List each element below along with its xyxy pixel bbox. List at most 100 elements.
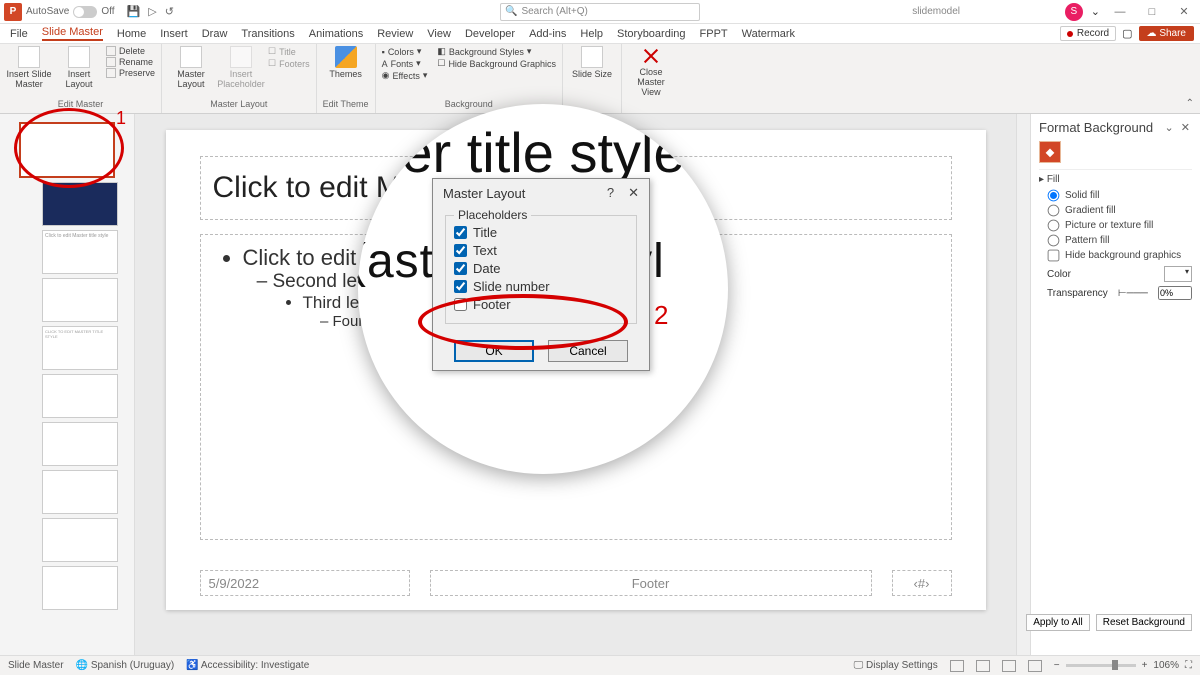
themes-button[interactable]: Themes xyxy=(323,46,369,80)
panel-close-icon[interactable]: ✕ xyxy=(1181,122,1192,134)
tab-developer[interactable]: Developer xyxy=(465,28,515,40)
layout-thumb[interactable] xyxy=(42,518,118,562)
group-edit-master: Edit Master xyxy=(6,99,155,111)
search-box[interactable]: 🔍 Search (Alt+Q) xyxy=(500,3,700,21)
reset-background-button[interactable]: Reset Background xyxy=(1096,614,1192,631)
footer-placeholder[interactable]: Footer xyxy=(430,570,872,596)
dialog-title: Master Layout xyxy=(443,186,525,201)
tab-insert[interactable]: Insert xyxy=(160,28,188,40)
preserve-button[interactable]: Preserve xyxy=(106,68,155,78)
footers-checkbox: ☐ Footers xyxy=(268,58,310,69)
ribbon-options-icon[interactable]: ⌄ xyxy=(1091,5,1100,18)
rename-button[interactable]: Rename xyxy=(106,57,155,67)
tab-animations[interactable]: Animations xyxy=(309,28,363,40)
save-icon[interactable]: 💾 xyxy=(127,5,141,18)
sorter-view-icon[interactable] xyxy=(976,660,990,672)
autosave-toggle[interactable]: AutoSave Off xyxy=(26,6,115,18)
zoom-control[interactable]: −+ 106% ⛶ xyxy=(1054,660,1192,671)
record-button[interactable]: Record xyxy=(1060,26,1116,41)
colors-dropdown[interactable]: ▪ Colors ▾ xyxy=(382,46,428,57)
color-picker[interactable] xyxy=(1164,266,1192,282)
tab-home[interactable]: Home xyxy=(117,28,146,40)
date-checkbox[interactable]: Date xyxy=(454,261,628,276)
master-slide-thumb[interactable] xyxy=(19,122,115,178)
status-accessibility[interactable]: ♿ Accessibility: Investigate xyxy=(186,660,309,671)
cancel-button[interactable]: Cancel xyxy=(548,340,628,362)
layout-thumb[interactable]: Click to edit Master title style xyxy=(42,230,118,274)
layout-thumb[interactable] xyxy=(42,470,118,514)
tab-review[interactable]: Review xyxy=(377,28,413,40)
share-button[interactable]: ☁ Share xyxy=(1139,26,1194,41)
tab-draw[interactable]: Draw xyxy=(202,28,228,40)
effects-dropdown[interactable]: ◉ Effects ▾ xyxy=(382,70,428,81)
status-view[interactable]: Slide Master xyxy=(8,660,64,671)
maximize-button[interactable]: □ xyxy=(1140,6,1164,18)
search-icon: 🔍 xyxy=(505,6,517,17)
background-styles-dropdown[interactable]: ◧ Background Styles ▾ xyxy=(437,46,556,57)
reading-view-icon[interactable] xyxy=(1002,660,1016,672)
group-edit-theme: Edit Theme xyxy=(323,99,369,111)
tab-slide-master[interactable]: Slide Master xyxy=(42,26,103,41)
tab-storyboarding[interactable]: Storyboarding xyxy=(617,28,686,40)
panel-options-icon[interactable]: ⌄ xyxy=(1165,122,1176,134)
minimize-button[interactable]: — xyxy=(1108,6,1132,18)
dialog-help-icon[interactable]: ? xyxy=(607,185,614,201)
slide-number-checkbox[interactable]: Slide number xyxy=(454,279,628,294)
tab-file[interactable]: File xyxy=(10,28,28,40)
gradient-fill-radio[interactable]: Gradient fill xyxy=(1047,204,1192,217)
format-background-panel: Format Background ⌄ ✕ ▸ Fill Solid fill … xyxy=(1030,114,1200,655)
tab-fppt[interactable]: FPPT xyxy=(700,28,728,40)
pattern-fill-radio[interactable]: Pattern fill xyxy=(1047,234,1192,247)
layout-thumb[interactable]: CLICK TO EDIT MASTER TITLE STYLE xyxy=(42,326,118,370)
tab-addins[interactable]: Add-ins xyxy=(529,28,566,40)
close-window-button[interactable]: ✕ xyxy=(1172,5,1196,18)
master-layout-dialog: Master Layout ? ✕ Placeholders Title Tex… xyxy=(432,178,650,371)
slide-number-placeholder[interactable]: ‹#› xyxy=(892,570,952,596)
fill-tab-icon[interactable] xyxy=(1039,141,1061,163)
apply-to-all-button[interactable]: Apply to All xyxy=(1026,614,1089,631)
layout-thumb[interactable] xyxy=(42,374,118,418)
close-master-view-button[interactable]: Close Master View xyxy=(628,46,674,98)
layout-thumb[interactable] xyxy=(42,566,118,610)
fit-to-window-icon[interactable]: ⛶ xyxy=(1185,660,1192,671)
insert-placeholder-button: Insert Placeholder xyxy=(218,46,264,90)
present-icon[interactable]: ▷ xyxy=(148,5,156,18)
hide-bg-graphics-checkbox[interactable]: Hide background graphics xyxy=(1047,249,1192,262)
layout-thumb[interactable] xyxy=(42,278,118,322)
collapse-ribbon-icon[interactable]: ⌃ xyxy=(1186,98,1194,109)
vertical-scrollbar[interactable] xyxy=(1016,114,1030,655)
slide-size-button[interactable]: Slide Size xyxy=(569,46,615,80)
quick-access-toolbar: 💾 ▷ ↺ xyxy=(127,5,174,18)
present-mode-icon[interactable]: ▢ xyxy=(1122,27,1132,40)
thumbnail-panel[interactable]: Click to edit Master title style CLICK T… xyxy=(0,114,135,655)
tab-watermark[interactable]: Watermark xyxy=(742,28,795,40)
tab-transitions[interactable]: Transitions xyxy=(241,28,294,40)
master-layout-button[interactable]: Master Layout xyxy=(168,46,214,90)
picture-fill-radio[interactable]: Picture or texture fill xyxy=(1047,219,1192,232)
dialog-close-icon[interactable]: ✕ xyxy=(628,185,639,201)
display-settings[interactable]: 🖵 Display Settings xyxy=(854,660,938,671)
tab-view[interactable]: View xyxy=(427,28,451,40)
user-avatar[interactable]: S xyxy=(1065,3,1083,21)
undo-icon[interactable]: ↺ xyxy=(165,5,174,18)
layout-thumb[interactable] xyxy=(42,182,118,226)
title-bar: P AutoSave Off 💾 ▷ ↺ 🔍 Search (Alt+Q) sl… xyxy=(0,0,1200,24)
date-placeholder[interactable]: 5/9/2022 xyxy=(200,570,410,596)
fonts-dropdown[interactable]: A Fonts ▾ xyxy=(382,58,428,69)
ok-button[interactable]: OK xyxy=(454,340,534,362)
text-checkbox[interactable]: Text xyxy=(454,243,628,258)
solid-fill-radio[interactable]: Solid fill xyxy=(1047,189,1192,202)
title-checkbox[interactable]: Title xyxy=(454,225,628,240)
layout-thumb[interactable] xyxy=(42,422,118,466)
slideshow-view-icon[interactable] xyxy=(1028,660,1042,672)
hide-bg-checkbox[interactable]: ☐ Hide Background Graphics xyxy=(437,58,556,69)
tab-help[interactable]: Help xyxy=(580,28,603,40)
status-bar: Slide Master 🌐 Spanish (Uruguay) ♿ Acces… xyxy=(0,655,1200,675)
status-language[interactable]: 🌐 Spanish (Uruguay) xyxy=(76,660,175,671)
normal-view-icon[interactable] xyxy=(950,660,964,672)
insert-layout-button[interactable]: Insert Layout xyxy=(56,46,102,90)
delete-button[interactable]: Delete xyxy=(106,46,155,56)
footer-checkbox[interactable]: Footer xyxy=(454,297,628,312)
insert-slide-master-button[interactable]: Insert Slide Master xyxy=(6,46,52,90)
transparency-input[interactable] xyxy=(1158,286,1192,300)
